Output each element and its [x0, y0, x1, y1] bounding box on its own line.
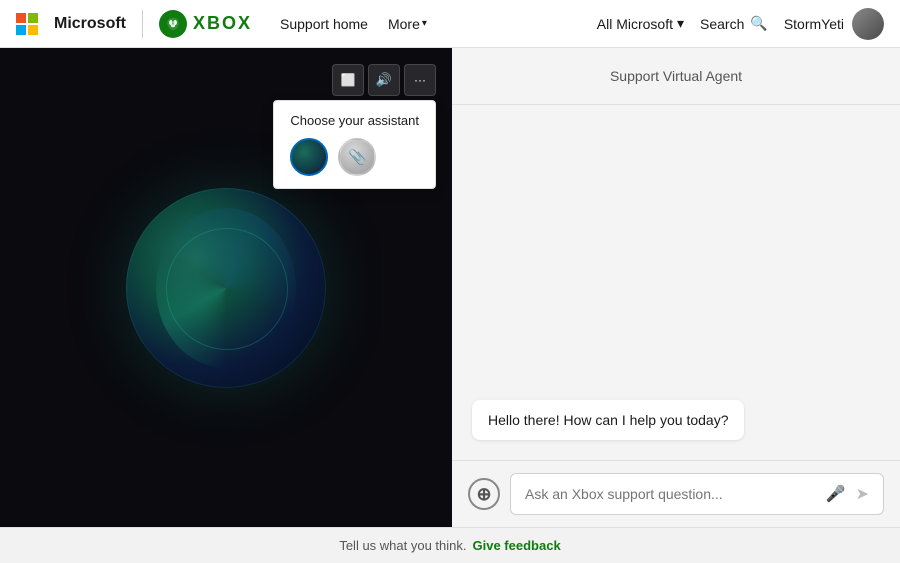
xbox-icon	[159, 10, 187, 38]
assistant-popup: Choose your assistant 📎	[273, 100, 436, 189]
all-microsoft-menu[interactable]: All Microsoft ▾	[597, 15, 684, 32]
ms-logo-blue	[16, 25, 26, 35]
microphone-icon: 🎤	[826, 484, 846, 504]
screen-toggle-button[interactable]: ⬜	[332, 64, 364, 96]
search-label: Search	[700, 16, 744, 32]
clippy-assistant-option[interactable]: 📎	[338, 138, 376, 176]
xbox-brand: XBOX	[159, 10, 252, 38]
user-section[interactable]: StormYeti	[784, 8, 884, 40]
xbox-text: XBOX	[193, 13, 252, 34]
send-button[interactable]: ➤	[856, 484, 869, 504]
ai-orb	[126, 188, 326, 388]
avatar-panel: ⬜ 🔊 ··· Choose your assistant 📎	[0, 48, 452, 527]
chat-panel: Support Virtual Agent Hello there! How c…	[452, 48, 900, 527]
xbox-logo-svg	[164, 15, 182, 33]
give-feedback-link[interactable]: Give feedback	[473, 538, 561, 553]
popup-label: Choose your assistant	[290, 113, 419, 128]
support-home-link[interactable]: Support home	[272, 12, 376, 36]
xbox-assistant-icon	[292, 140, 326, 174]
footer-text: Tell us what you think.	[339, 538, 466, 553]
ellipsis-icon: ···	[414, 73, 426, 87]
more-menu[interactable]: More ▾	[380, 12, 435, 36]
more-label: More	[388, 16, 420, 32]
orb-container	[126, 188, 326, 388]
chat-input-box: 🎤 ➤	[510, 473, 884, 515]
xbox-assistant-option[interactable]	[290, 138, 328, 176]
volume-button[interactable]: 🔊	[368, 64, 400, 96]
avatar-image	[852, 8, 884, 40]
all-microsoft-label: All Microsoft	[597, 16, 673, 32]
screen-icon: ⬜	[341, 73, 356, 87]
main-nav: Support home More ▾	[272, 12, 435, 36]
clippy-assistant-icon: 📎	[340, 140, 374, 174]
all-microsoft-chevron: ▾	[677, 15, 684, 32]
attach-button[interactable]: ⊕	[468, 478, 500, 510]
chat-input[interactable]	[525, 486, 818, 502]
avatar	[852, 8, 884, 40]
more-options-button[interactable]: ···	[404, 64, 436, 96]
input-icons: 🎤 ➤	[826, 484, 869, 504]
chat-input-area: ⊕ 🎤 ➤	[452, 460, 900, 527]
header-divider	[142, 10, 143, 38]
chat-body: Hello there! How can I help you today?	[452, 105, 900, 460]
chevron-down-icon: ▾	[422, 18, 427, 29]
volume-icon: 🔊	[376, 72, 392, 88]
orb-ring	[126, 188, 326, 388]
assistant-options: 📎	[290, 138, 419, 176]
header: Microsoft XBOX Support home More ▾ All M…	[0, 0, 900, 48]
microsoft-logo	[16, 13, 38, 35]
chat-title: Support Virtual Agent	[610, 68, 742, 84]
chat-header: Support Virtual Agent	[452, 48, 900, 105]
footer: Tell us what you think. Give feedback	[0, 527, 900, 563]
video-controls: ⬜ 🔊 ···	[332, 64, 436, 96]
main-content: ⬜ 🔊 ··· Choose your assistant 📎	[0, 48, 900, 527]
header-right: All Microsoft ▾ Search 🔍 StormYeti	[597, 8, 884, 40]
microsoft-wordmark: Microsoft	[54, 15, 126, 33]
ms-logo-yellow	[28, 25, 38, 35]
username: StormYeti	[784, 16, 844, 32]
ms-logo-green	[28, 13, 38, 23]
send-icon: ➤	[856, 484, 869, 504]
microphone-button[interactable]: 🎤	[826, 484, 846, 504]
ms-logo-red	[16, 13, 26, 23]
search-button[interactable]: Search 🔍	[700, 15, 768, 32]
search-icon: 🔍	[750, 15, 767, 32]
plus-icon: ⊕	[476, 484, 491, 505]
chat-message: Hello there! How can I help you today?	[472, 400, 744, 440]
